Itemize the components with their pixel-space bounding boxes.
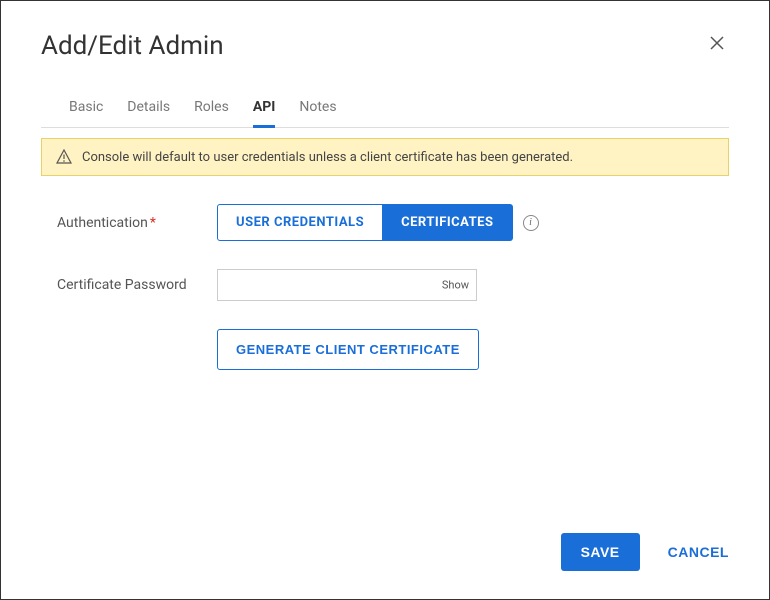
authentication-toggle: USER CREDENTIALS CERTIFICATES i: [217, 204, 539, 241]
modal-footer: SAVE CANCEL: [1, 513, 769, 599]
modal-header: Add/Edit Admin: [1, 1, 769, 61]
certificate-password-row: Certificate Password Show: [57, 269, 729, 301]
generate-row: GENERATE CLIENT CERTIFICATE: [57, 329, 729, 370]
auth-option-user-credentials[interactable]: USER CREDENTIALS: [217, 204, 383, 241]
authentication-row: Authentication* USER CREDENTIALS CERTIFI…: [57, 204, 729, 241]
certificate-password-input[interactable]: [217, 269, 477, 301]
info-icon[interactable]: i: [523, 215, 539, 231]
tab-bar: Basic Details Roles API Notes: [41, 91, 729, 128]
authentication-label: Authentication*: [57, 215, 217, 231]
add-edit-admin-modal: Add/Edit Admin Basic Details Roles API N…: [0, 0, 770, 600]
warning-icon: [56, 149, 72, 165]
close-button[interactable]: [705, 31, 729, 59]
auth-segmented-control: USER CREDENTIALS CERTIFICATES: [217, 204, 513, 241]
generate-client-certificate-button[interactable]: GENERATE CLIENT CERTIFICATE: [217, 329, 479, 370]
close-icon: [709, 35, 725, 51]
tab-notes[interactable]: Notes: [299, 91, 336, 128]
tab-details[interactable]: Details: [127, 91, 170, 128]
tab-basic[interactable]: Basic: [69, 91, 103, 128]
auth-option-certificates[interactable]: CERTIFICATES: [383, 204, 512, 241]
warning-text: Console will default to user credentials…: [82, 150, 573, 165]
certificate-password-field-wrap: Show: [217, 269, 477, 301]
warning-alert: Console will default to user credentials…: [41, 138, 729, 176]
tab-roles[interactable]: Roles: [194, 91, 229, 128]
modal-title: Add/Edit Admin: [41, 31, 224, 61]
show-password-toggle[interactable]: Show: [442, 279, 469, 292]
certificate-password-label: Certificate Password: [57, 277, 217, 293]
required-asterisk: *: [150, 215, 156, 231]
cancel-button[interactable]: CANCEL: [668, 544, 729, 560]
tab-api[interactable]: API: [253, 91, 276, 128]
modal-body: Basic Details Roles API Notes Console wi…: [1, 61, 769, 513]
save-button[interactable]: SAVE: [561, 533, 640, 571]
api-form: Authentication* USER CREDENTIALS CERTIFI…: [41, 176, 729, 370]
